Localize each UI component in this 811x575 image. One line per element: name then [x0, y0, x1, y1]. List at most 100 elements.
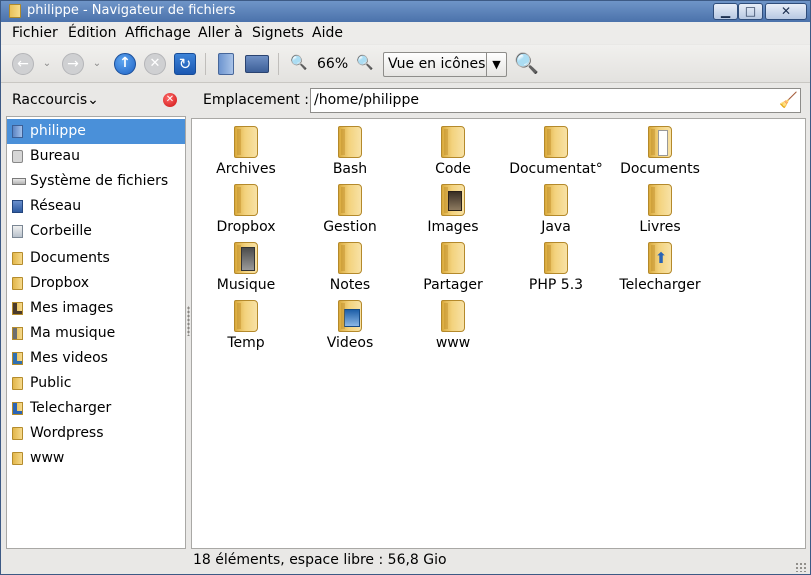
file-item[interactable]: Partager — [399, 238, 507, 296]
videos-folder-icon — [12, 352, 23, 365]
file-name: Telecharger — [619, 277, 701, 293]
menu-affichage[interactable]: Affichage — [125, 25, 191, 41]
sidebar-item-label: Dropbox — [30, 275, 89, 291]
videos-folder-icon — [338, 300, 362, 332]
sidebar-item-public[interactable]: Public — [7, 371, 185, 396]
sidebar-item-downloads[interactable]: Telecharger — [7, 396, 185, 421]
stop-button[interactable]: ✕ — [144, 53, 166, 75]
menu-signets[interactable]: Signets — [252, 25, 304, 41]
home-icon[interactable] — [218, 53, 234, 75]
forward-history-caret-icon[interactable]: ⌄ — [91, 53, 103, 75]
minimize-button[interactable]: ▁ — [713, 3, 738, 20]
folder-icon — [544, 184, 568, 216]
file-item[interactable]: Videos — [296, 296, 404, 354]
close-window-button[interactable]: ✕ — [765, 3, 807, 20]
sidebar-item-images[interactable]: Mes images — [7, 296, 185, 321]
sidebar-item-label: Wordpress — [30, 425, 104, 441]
folder-icon — [338, 126, 362, 158]
desktop-icon — [12, 150, 23, 163]
folder-icon — [234, 184, 258, 216]
file-item[interactable]: Dropbox — [192, 180, 300, 238]
view-mode-select[interactable]: Vue en icônes ▼ — [383, 52, 507, 77]
pane-splitter[interactable] — [187, 306, 190, 336]
sidebar-item-label: Mes videos — [30, 350, 108, 366]
menu-aide[interactable]: Aide — [312, 25, 343, 41]
title-bar[interactable]: philippe - Navigateur de fichiers ▁ □ ✕ — [1, 1, 810, 22]
network-icon — [12, 200, 23, 213]
file-item[interactable]: Temp — [192, 296, 300, 354]
documents-folder-icon — [648, 126, 672, 158]
folder-icon — [338, 242, 362, 274]
up-button[interactable]: ↑ — [114, 53, 136, 75]
back-button[interactable]: ← — [12, 53, 34, 75]
back-history-caret-icon[interactable]: ⌄ — [41, 53, 53, 75]
folder-icon — [648, 184, 672, 216]
file-name: Images — [427, 219, 479, 235]
search-icon[interactable]: 🔍 — [514, 53, 539, 75]
location-input[interactable]: /home/philippe 🧹 — [310, 88, 801, 113]
sidebar-item-videos[interactable]: Mes videos — [7, 346, 185, 371]
sidebar-item-label: Public — [30, 375, 72, 391]
sidebar-item-wordpress[interactable]: Wordpress — [7, 421, 185, 446]
maximize-button[interactable]: □ — [738, 3, 763, 20]
reload-button[interactable]: ↻ — [174, 53, 196, 75]
forward-button[interactable]: → — [62, 53, 84, 75]
zoom-out-icon[interactable]: 🔍 — [290, 56, 307, 70]
toolbar-separator — [278, 53, 279, 75]
window-title: philippe - Navigateur de fichiers — [27, 3, 236, 18]
file-name: Gestion — [323, 219, 377, 235]
sidebar-item-www[interactable]: www — [7, 446, 185, 471]
folder-icon — [544, 126, 568, 158]
file-icon-view[interactable]: Archives Bash Code Documentat° Documents… — [191, 118, 806, 549]
sidebar-item-label: Mes images — [30, 300, 114, 316]
sidebar-item-music[interactable]: Ma musique — [7, 321, 185, 346]
folder-icon — [338, 184, 362, 216]
folder-icon — [234, 126, 258, 158]
file-item[interactable]: Documents — [606, 122, 714, 180]
sidebar-item-network[interactable]: Réseau — [7, 194, 185, 219]
sidebar-item-filesystem[interactable]: Système de fichiers — [7, 169, 185, 194]
sidebar-item-trash[interactable]: Corbeille — [7, 219, 185, 244]
file-item[interactable]: Images — [399, 180, 507, 238]
file-item[interactable]: www — [399, 296, 507, 354]
file-item[interactable]: Bash — [296, 122, 404, 180]
file-item[interactable]: Livres — [606, 180, 714, 238]
file-name: Java — [541, 219, 571, 235]
sidebar-item-philippe[interactable]: philippe — [7, 119, 185, 144]
folder-icon — [12, 377, 23, 390]
file-item[interactable]: Gestion — [296, 180, 404, 238]
file-item[interactable]: Telecharger — [606, 238, 714, 296]
file-name: Archives — [216, 161, 276, 177]
dropdown-arrow-icon[interactable]: ▼ — [486, 53, 506, 76]
filesystem-icon — [12, 178, 26, 185]
file-name: PHP 5.3 — [528, 277, 584, 293]
menu-edition[interactable]: Édition — [68, 25, 116, 41]
file-item[interactable]: Notes — [296, 238, 404, 296]
sidebar-mode-select[interactable]: Raccourcis⌄ — [12, 92, 99, 108]
file-manager-window: philippe - Navigateur de fichiers ▁ □ ✕ … — [0, 0, 811, 575]
menu-fichier[interactable]: Fichier — [12, 25, 58, 41]
close-sidebar-icon[interactable]: ✕ — [163, 93, 177, 107]
computer-icon[interactable] — [245, 55, 269, 73]
menu-aller[interactable]: Aller à — [198, 25, 243, 41]
clear-location-icon[interactable]: 🧹 — [779, 91, 798, 110]
sidebar-item-label: Telecharger — [30, 400, 112, 416]
file-item[interactable]: Documentat° — [502, 122, 610, 180]
file-item[interactable]: Musique — [192, 238, 300, 296]
zoom-in-icon[interactable]: 🔍 — [356, 56, 373, 70]
sidebar-item-dropbox[interactable]: Dropbox — [7, 271, 185, 296]
file-item[interactable]: Code — [399, 122, 507, 180]
pictures-folder-icon — [12, 302, 23, 315]
sidebar-item-label: www — [30, 450, 65, 466]
music-folder-icon — [234, 242, 258, 274]
sidebar-item-bureau[interactable]: Bureau — [7, 144, 185, 169]
file-item[interactable]: PHP 5.3 — [502, 238, 610, 296]
sidebar-item-label: Ma musique — [30, 325, 116, 341]
sidebar-header: Raccourcis⌄ ✕ — [1, 85, 187, 115]
sidebar-item-documents[interactable]: Documents — [7, 246, 185, 271]
home-folder-icon — [12, 125, 23, 138]
file-item[interactable]: Java — [502, 180, 610, 238]
resize-grip[interactable] — [795, 562, 807, 572]
location-label: Emplacement : — [203, 92, 309, 108]
file-item[interactable]: Archives — [192, 122, 300, 180]
